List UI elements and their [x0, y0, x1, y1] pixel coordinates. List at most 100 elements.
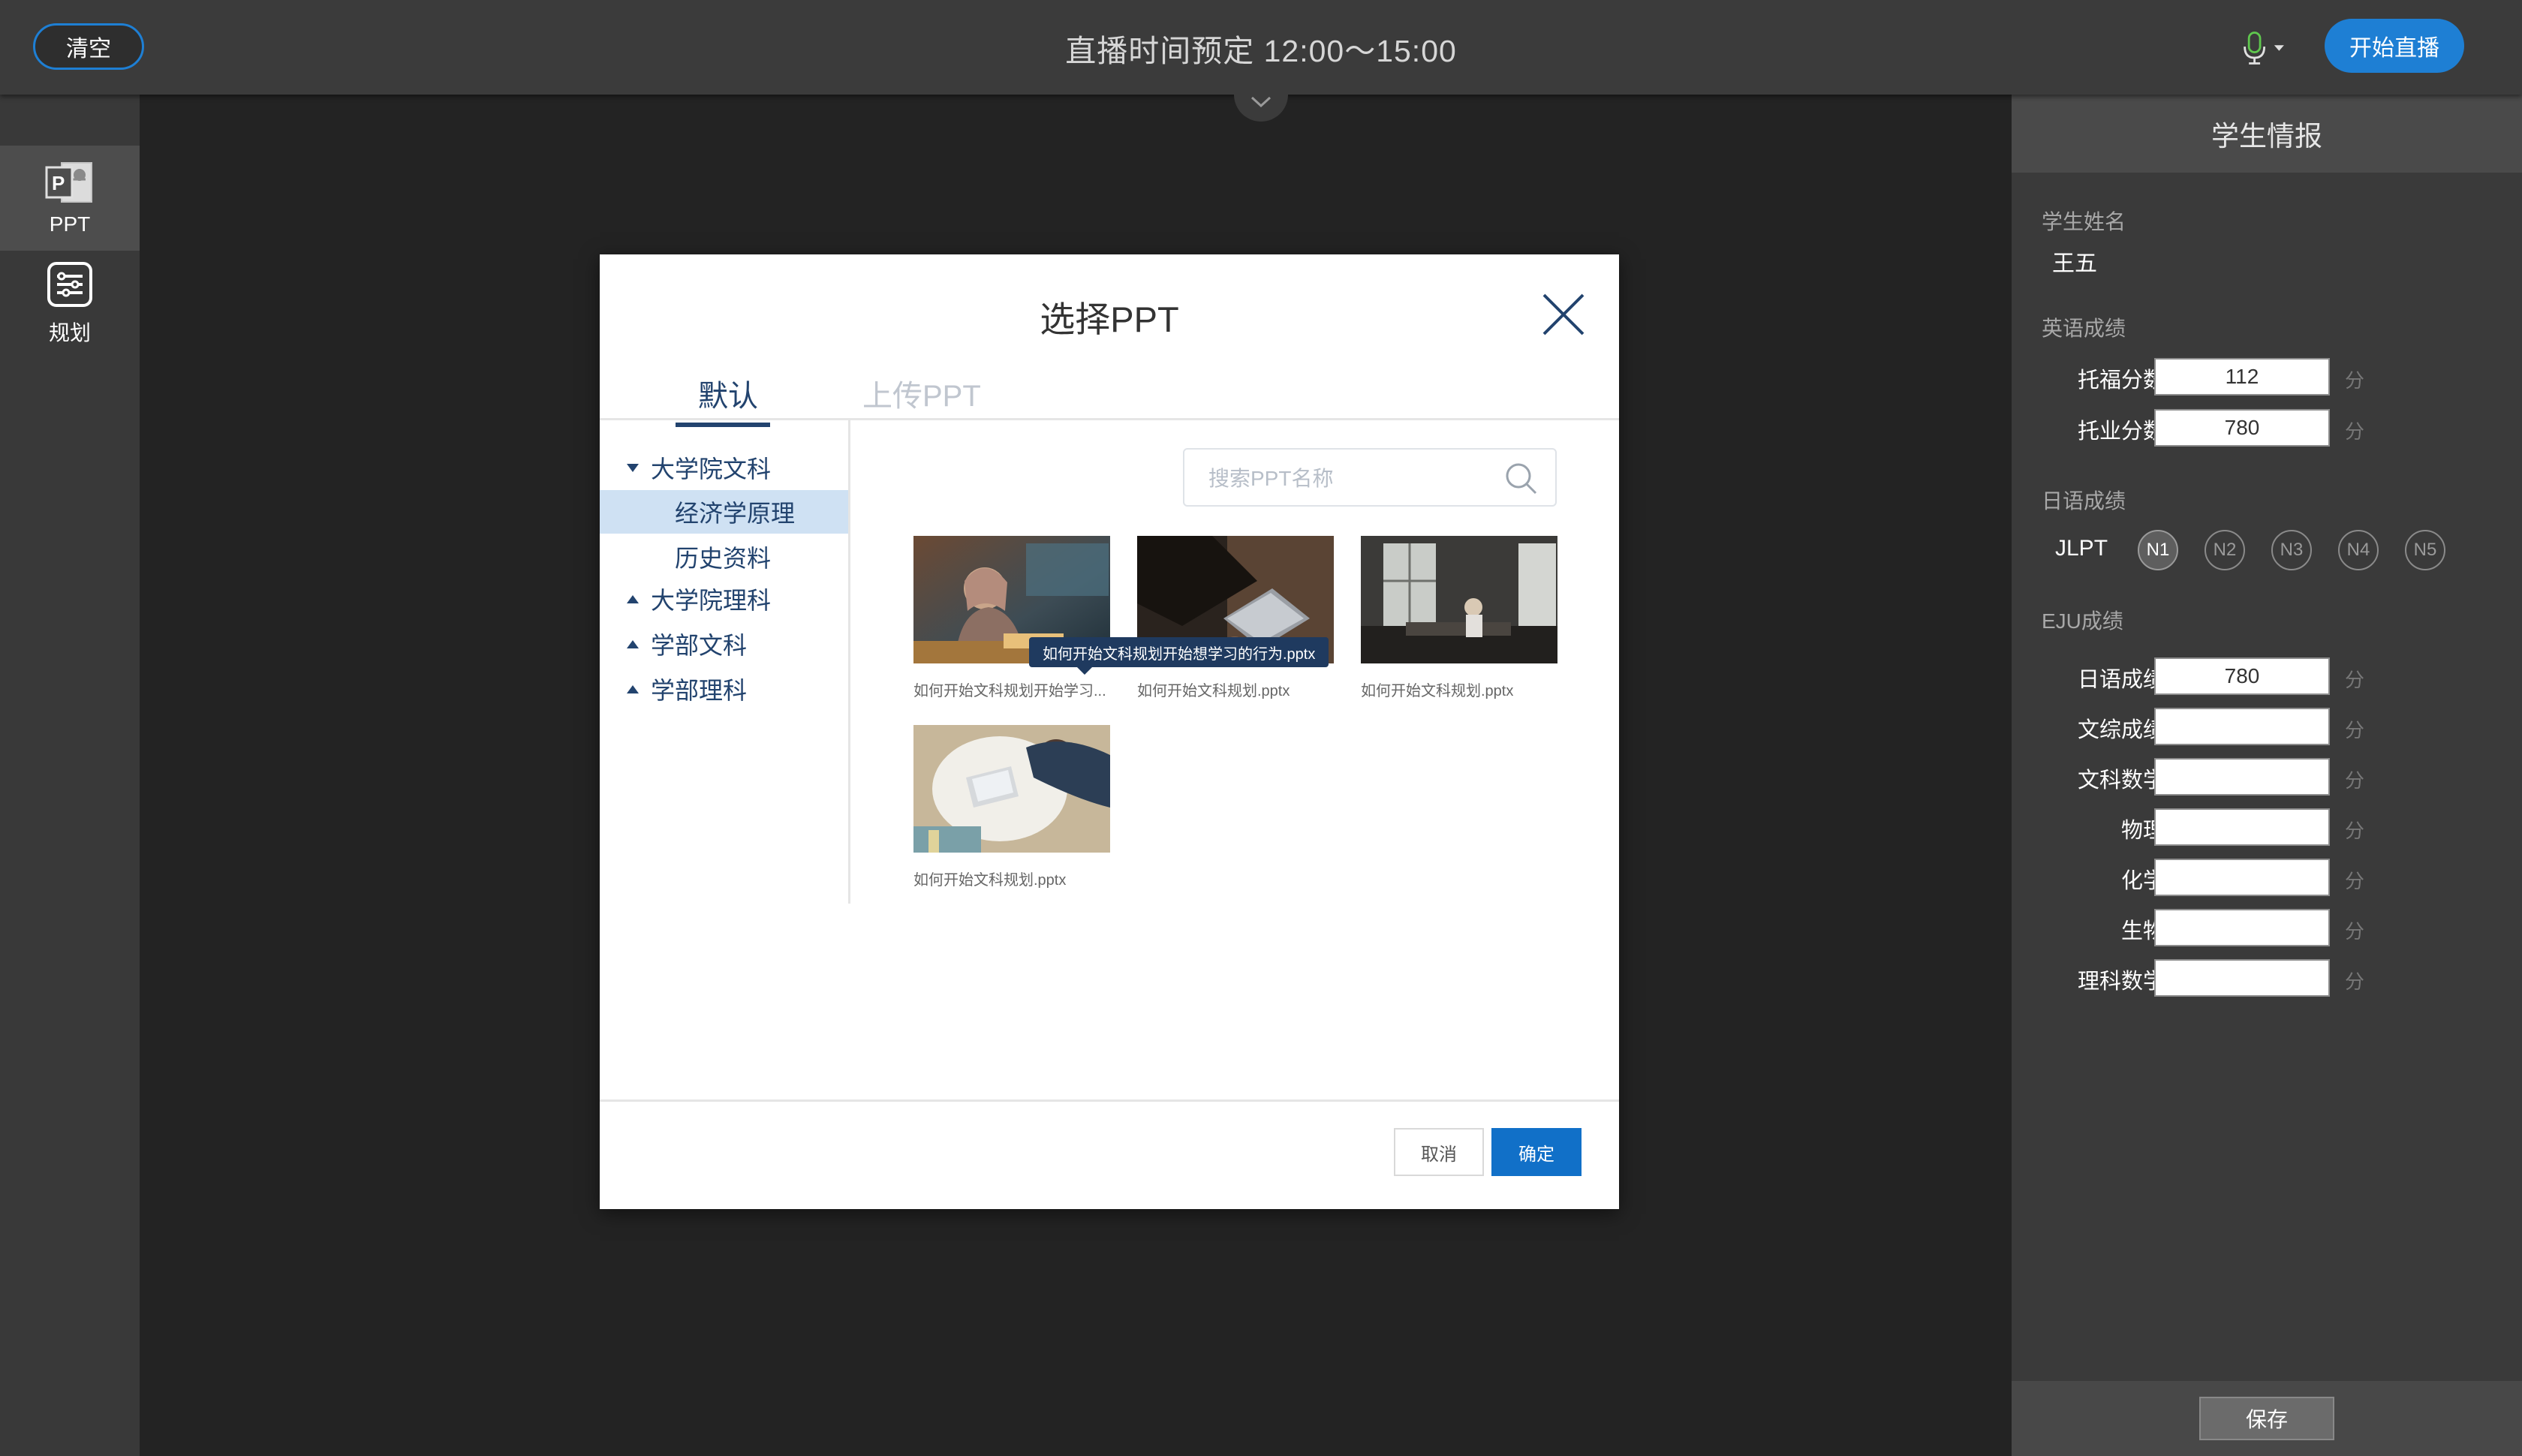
- top-bar: 清空 直播时间预定 12:00～15:00 开始直播: [0, 0, 2522, 95]
- tree-item-grad-science[interactable]: 大学院理科: [600, 577, 848, 621]
- sidebar-item-label: PPT: [49, 212, 91, 236]
- unit-label: 分: [2345, 669, 2365, 691]
- plan-list-icon: [47, 262, 92, 307]
- eju-science-math-input[interactable]: [2154, 959, 2330, 997]
- tree-item-label: 大学院理科: [651, 587, 772, 614]
- tree-item-label: 学部理科: [651, 677, 748, 704]
- eju-humanities-row: 文综成绩 分: [2012, 708, 2522, 745]
- sidebar-item-plan[interactable]: 规划: [0, 251, 140, 356]
- ppt-file-card[interactable]: 如何开始文科规划开始学习...: [913, 536, 1110, 700]
- unit-label: 分: [2345, 920, 2365, 943]
- cancel-button[interactable]: 取消: [1394, 1128, 1484, 1176]
- close-icon: [1542, 293, 1585, 335]
- toeic-label: 托业分数: [2077, 420, 2165, 444]
- toeic-input[interactable]: [2154, 409, 2330, 447]
- unit-label: 分: [2345, 769, 2365, 792]
- panel-title: 学生情报: [2012, 95, 2522, 173]
- unit-label: 分: [2345, 820, 2365, 842]
- ppt-file-name: 如何开始文科规划.pptx: [913, 872, 1067, 889]
- japanese-section-label: 日语成绩: [2042, 489, 2126, 513]
- chevron-down-icon: [1250, 96, 1272, 108]
- ppt-thumbnail: [1361, 536, 1557, 663]
- panel-footer: 保存: [2012, 1381, 2522, 1456]
- ppt-file-card[interactable]: 如何开始文科规划.pptx: [913, 725, 1110, 889]
- student-name-label: 学生姓名: [2042, 210, 2126, 233]
- collapse-toggle[interactable]: [1234, 83, 1288, 122]
- caret-up-icon: [627, 594, 639, 603]
- folder-tree: 大学院文科 经济学原理 历史资料 大学院理科 学部文科 学部理科: [600, 420, 850, 904]
- english-section-label: 英语成绩: [2042, 317, 2126, 340]
- unit-label: 分: [2345, 970, 2365, 993]
- eju-field-label: 日语成绩: [2077, 668, 2165, 692]
- tree-item-label: 历史资料: [675, 545, 772, 572]
- chevron-down-icon: [2274, 45, 2285, 51]
- ppt-file-name: 如何开始文科规划开始学习...: [913, 683, 1106, 699]
- eju-chemistry-input[interactable]: [2154, 859, 2330, 896]
- jlpt-n5-option[interactable]: N5: [2405, 530, 2445, 570]
- dialog-title: 选择PPT: [1040, 299, 1179, 339]
- eju-japanese-input[interactable]: [2154, 657, 2330, 695]
- tree-item-history[interactable]: 历史资料: [600, 535, 848, 579]
- eju-arts-math-row: 文科数学 分: [2012, 758, 2522, 796]
- toeic-row: 托业分数 分: [2012, 409, 2522, 447]
- svg-text:P: P: [52, 172, 65, 194]
- tab-upload-ppt[interactable]: 上传PPT: [862, 372, 981, 423]
- student-name-value: 王五: [2052, 251, 2097, 276]
- left-sidebar: P PPT 规划: [0, 95, 140, 1456]
- eju-field-label: 文科数学: [2077, 769, 2165, 793]
- jlpt-label: JLPT: [2055, 536, 2108, 561]
- search-box: [1183, 448, 1557, 507]
- tree-item-grad-humanities[interactable]: 大学院文科: [600, 446, 848, 489]
- eju-biology-input[interactable]: [2154, 909, 2330, 946]
- search-icon[interactable]: [1503, 460, 1540, 498]
- sidebar-item-ppt[interactable]: P PPT: [0, 146, 140, 251]
- eju-field-label: 文综成绩: [2077, 718, 2165, 742]
- eju-physics-input[interactable]: [2154, 808, 2330, 846]
- jlpt-n2-option[interactable]: N2: [2204, 530, 2245, 570]
- sidebar-item-label: 规划: [48, 321, 91, 344]
- toefl-input[interactable]: [2154, 358, 2330, 396]
- save-button[interactable]: 保存: [2199, 1397, 2334, 1440]
- eju-chemistry-row: 化学 分: [2012, 859, 2522, 896]
- ppt-file-card[interactable]: 如何开始文科规划.pptx: [1361, 536, 1557, 700]
- ppt-thumbnail: [913, 725, 1110, 853]
- start-live-button[interactable]: 开始直播: [2325, 19, 2464, 73]
- caret-down-icon: [627, 463, 639, 472]
- tree-item-undergrad-science[interactable]: 学部理科: [600, 667, 848, 711]
- file-name-tooltip: 如何开始文科规划开始想学习的行为.pptx: [1029, 637, 1329, 675]
- live-schedule-title: 直播时间预定 12:00～15:00: [1065, 34, 1457, 68]
- caret-up-icon: [627, 684, 639, 693]
- search-input[interactable]: [1207, 462, 1495, 496]
- eju-japanese-row: 日语成绩 分: [2012, 657, 2522, 695]
- caret-up-icon: [627, 639, 639, 648]
- unit-label: 分: [2345, 420, 2365, 443]
- unit-label: 分: [2345, 870, 2365, 892]
- tree-item-undergrad-humanities[interactable]: 学部文科: [600, 622, 848, 666]
- jlpt-n4-option[interactable]: N4: [2338, 530, 2379, 570]
- eju-arts-math-input[interactable]: [2154, 758, 2330, 796]
- microphone-dropdown[interactable]: [2241, 27, 2286, 69]
- microphone-icon: [2244, 32, 2266, 65]
- unit-label: 分: [2345, 369, 2365, 392]
- eju-field-label: 理科数学: [2077, 970, 2165, 994]
- eju-section-label: EJU成绩: [2042, 609, 2123, 633]
- tree-item-economics[interactable]: 经济学原理: [600, 490, 848, 534]
- eju-science-math-row: 理科数学 分: [2012, 959, 2522, 997]
- ppt-file-name: 如何开始文科规划.pptx: [1361, 683, 1514, 699]
- eju-physics-row: 物理 分: [2012, 808, 2522, 846]
- tree-item-label: 大学院文科: [651, 456, 772, 483]
- jlpt-n3-option[interactable]: N3: [2271, 530, 2312, 570]
- ppt-icon: P: [45, 162, 92, 203]
- eju-biology-row: 生物 分: [2012, 909, 2522, 946]
- close-button[interactable]: [1539, 290, 1588, 338]
- ppt-file-card[interactable]: 如何开始文科规划.pptx: [1137, 536, 1334, 700]
- ppt-file-name: 如何开始文科规划.pptx: [1137, 683, 1290, 699]
- confirm-button[interactable]: 确定: [1491, 1128, 1582, 1176]
- tree-item-label: 学部文科: [651, 632, 748, 659]
- jlpt-n1-option[interactable]: N1: [2138, 530, 2178, 570]
- eju-humanities-input[interactable]: [2154, 708, 2330, 745]
- toefl-label: 托福分数: [2077, 369, 2165, 393]
- student-info-panel: 学生情报 学生姓名 王五 英语成绩 托福分数 分 托业分数 分 日语成绩 JLP…: [2012, 95, 2522, 1456]
- footer-divider: [600, 1100, 1619, 1102]
- select-ppt-dialog: 选择PPT 默认 上传PPT 大学院文科 经济学原理 历史资料 大学院理科 学部…: [600, 254, 1619, 1209]
